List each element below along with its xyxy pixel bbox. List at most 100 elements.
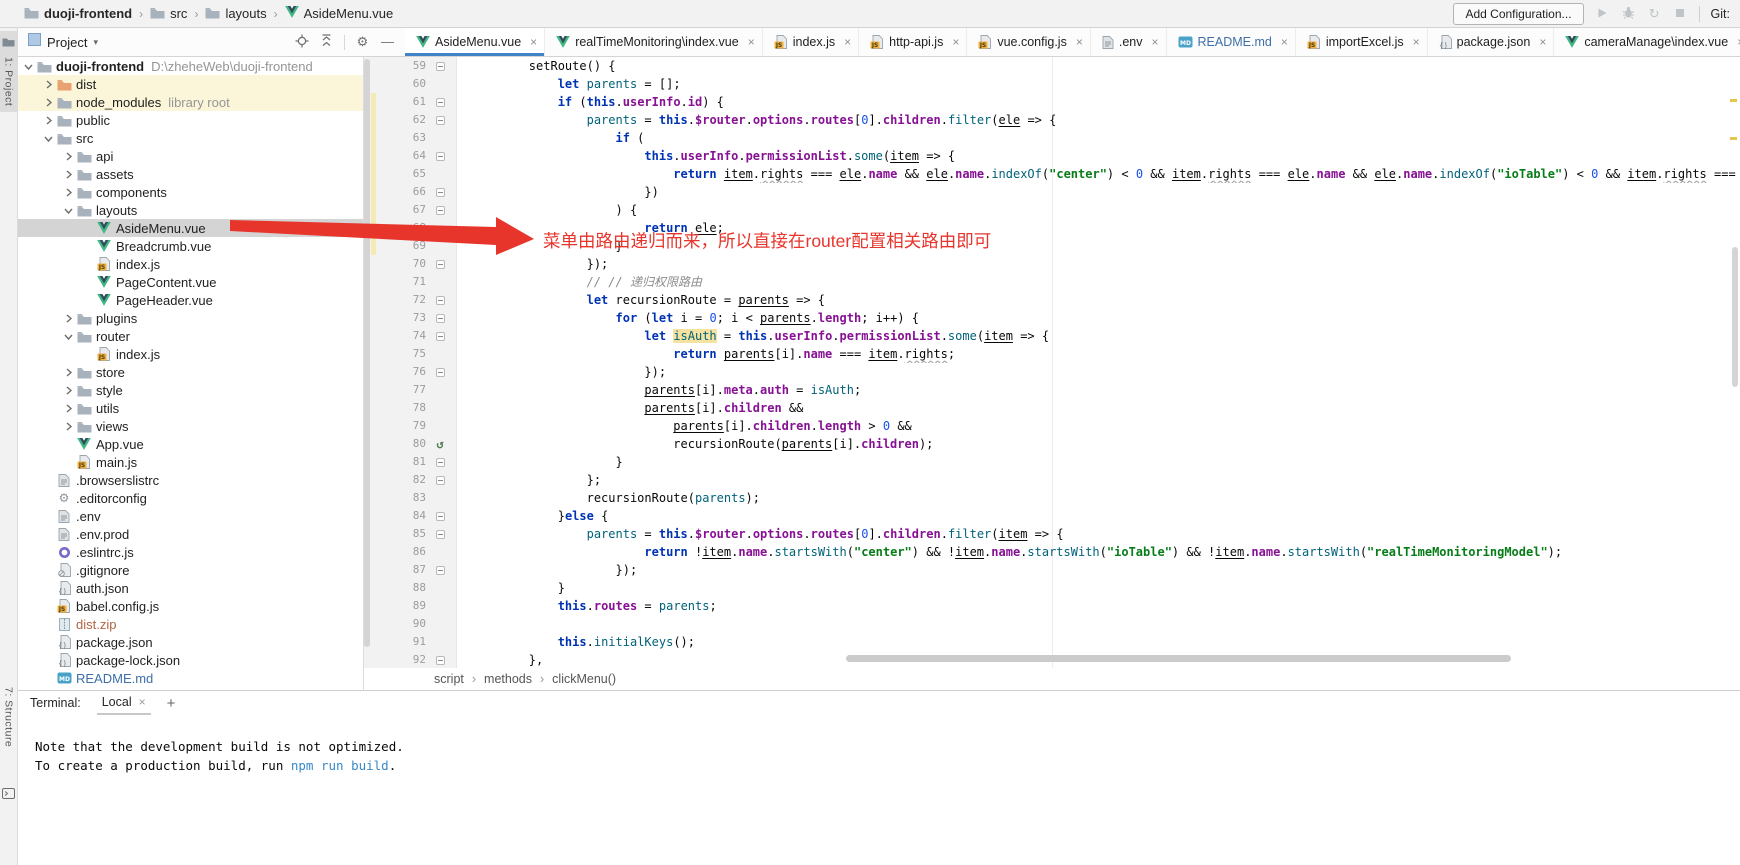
chevron-collapsed-icon[interactable] [62, 403, 75, 414]
editor-tab[interactable]: {)package.json× [1428, 28, 1555, 56]
code-line[interactable]: 70 }); [364, 255, 1740, 273]
editor-breadcrumb-item[interactable]: script [434, 672, 464, 686]
close-icon[interactable]: × [139, 695, 146, 709]
tree-item-assets[interactable]: assets [18, 165, 363, 183]
gear-icon[interactable]: ⚙ [353, 35, 372, 49]
project-view-title[interactable]: Project [47, 35, 87, 50]
editor-breadcrumb-item[interactable]: clickMenu() [552, 672, 616, 686]
tree-item-package.json[interactable]: {)package.json [18, 633, 363, 651]
editor-tab[interactable]: cameraManage\index.vue× [1554, 28, 1740, 56]
tree-item-.env[interactable]: .env [18, 507, 363, 525]
warning-stripe-mark[interactable] [1730, 137, 1737, 140]
chevron-expanded-icon[interactable] [22, 61, 35, 72]
chevron-expanded-icon[interactable] [62, 205, 75, 216]
editor-tab[interactable]: realTimeMonitoring\index.vue× [545, 28, 763, 56]
chevron-collapsed-icon[interactable] [62, 187, 75, 198]
warning-stripe-mark[interactable] [1730, 99, 1737, 102]
tree-item-AsideMenu.vue[interactable]: AsideMenu.vue [18, 219, 363, 237]
close-tab-icon[interactable]: × [844, 35, 851, 49]
code-line[interactable]: 64 this.userInfo.permissionList.some(ite… [364, 147, 1740, 165]
fold-icon[interactable] [426, 476, 454, 485]
fold-icon[interactable] [426, 260, 454, 269]
tree-item-index.js[interactable]: JSindex.js [18, 255, 363, 273]
editor-tab[interactable]: MDREADME.md× [1167, 28, 1296, 56]
code-line[interactable]: 77 parents[i].meta.auth = isAuth; [364, 381, 1740, 399]
fold-icon[interactable] [426, 188, 454, 197]
chevron-expanded-icon[interactable] [62, 331, 75, 342]
fold-icon[interactable] [426, 530, 454, 539]
code-line[interactable]: 83 recursionRoute(parents); [364, 489, 1740, 507]
code-line[interactable]: 89 this.routes = parents; [364, 597, 1740, 615]
chevron-collapsed-icon[interactable] [62, 421, 75, 432]
tree-item-layouts[interactable]: layouts [18, 201, 363, 219]
close-tab-icon[interactable]: × [1539, 35, 1546, 49]
code-line[interactable]: 91 this.initialKeys(); [364, 633, 1740, 651]
code-line[interactable]: 87 }); [364, 561, 1740, 579]
editor-tab[interactable]: JSindex.js× [763, 28, 859, 56]
editor-horizontal-scrollbar[interactable] [846, 655, 1511, 662]
fold-icon[interactable] [426, 314, 454, 323]
code-line[interactable]: 80↺ recursionRoute(parents[i].children); [364, 435, 1740, 453]
tree-item-main.js[interactable]: JSmain.js [18, 453, 363, 471]
chevron-collapsed-icon[interactable] [42, 97, 55, 108]
code-line[interactable]: 63 if ( [364, 129, 1740, 147]
rerun-icon[interactable]: ↻ [1647, 8, 1662, 20]
breadcrumb-item[interactable]: AsideMenu.vue [285, 6, 394, 21]
code-line[interactable]: 75 return parents[i].name === item.right… [364, 345, 1740, 363]
editor-tab[interactable]: JSvue.config.js× [967, 28, 1091, 56]
fold-icon[interactable] [426, 98, 454, 107]
tree-item-PageHeader.vue[interactable]: PageHeader.vue [18, 291, 363, 309]
code-line[interactable]: 73 for (let i = 0; i < parents.length; i… [364, 309, 1740, 327]
code-line[interactable]: 79 parents[i].children.length > 0 && [364, 417, 1740, 435]
breadcrumb-item[interactable]: duoji-frontend [24, 6, 132, 22]
tree-item-node_modules[interactable]: node_moduleslibrary root [18, 93, 363, 111]
debug-icon[interactable] [1621, 6, 1636, 21]
code-line[interactable]: 85 parents = this.$router.options.routes… [364, 525, 1740, 543]
tree-item-dist.zip[interactable]: dist.zip [18, 615, 363, 633]
run-icon[interactable] [1595, 7, 1610, 21]
new-terminal-button[interactable]: + [167, 695, 176, 712]
code-line[interactable]: 82 }; [364, 471, 1740, 489]
terminal-output[interactable]: Note that the development build is not o… [18, 715, 1740, 775]
fold-icon[interactable] [426, 62, 454, 71]
fold-icon[interactable] [426, 152, 454, 161]
editor-vertical-scrollbar[interactable] [1732, 247, 1738, 387]
close-tab-icon[interactable]: × [530, 35, 537, 49]
breadcrumb-item[interactable]: src [150, 6, 187, 22]
tree-item-package-lock.json[interactable]: {)package-lock.json [18, 651, 363, 669]
tree-item-Breadcrumb.vue[interactable]: Breadcrumb.vue [18, 237, 363, 255]
editor-tab[interactable]: JShttp-api.js× [859, 28, 967, 56]
code-line[interactable]: 86 return !item.name.startsWith("center"… [364, 543, 1740, 561]
code-line[interactable]: 60 let parents = []; [364, 75, 1740, 93]
chevron-collapsed-icon[interactable] [42, 115, 55, 126]
close-tab-icon[interactable]: × [1076, 35, 1083, 49]
tree-item-.env.prod[interactable]: .env.prod [18, 525, 363, 543]
add-configuration-button[interactable]: Add Configuration... [1453, 3, 1583, 25]
editor-tab[interactable]: JSimportExcel.js× [1296, 28, 1428, 56]
locate-file-icon[interactable] [292, 34, 311, 51]
editor-error-stripe[interactable] [1727, 57, 1740, 668]
editor-tab[interactable]: .env× [1091, 28, 1167, 56]
tree-item-auth.json[interactable]: {)auth.json [18, 579, 363, 597]
tree-item-index.js[interactable]: JSindex.js [18, 345, 363, 363]
code-line[interactable]: 78 parents[i].children && [364, 399, 1740, 417]
code-line[interactable]: 90 [364, 615, 1740, 633]
code-line[interactable]: 76 }); [364, 363, 1740, 381]
editor-tab[interactable]: AsideMenu.vue× [405, 28, 545, 56]
code-line[interactable]: 74 let isAuth = this.userInfo.permission… [364, 327, 1740, 345]
tree-item-views[interactable]: views [18, 417, 363, 435]
editor[interactable]: 59 setRoute() {60 let parents = [];61 if… [363, 57, 1740, 668]
tree-item-components[interactable]: components [18, 183, 363, 201]
code-line[interactable]: 72 let recursionRoute = parents => { [364, 291, 1740, 309]
editor-breadcrumb-item[interactable]: methods [484, 672, 532, 686]
tree-item-duoji-frontend[interactable]: duoji-frontendD:\zheheWeb\duoji-frontend [18, 57, 363, 75]
tree-item-.editorconfig[interactable]: ⚙.editorconfig [18, 489, 363, 507]
close-tab-icon[interactable]: × [748, 35, 755, 49]
fold-icon[interactable] [426, 368, 454, 377]
tree-item-App.vue[interactable]: App.vue [18, 435, 363, 453]
close-tab-icon[interactable]: × [1413, 35, 1420, 49]
fold-icon[interactable] [426, 116, 454, 125]
code-line[interactable]: 81 } [364, 453, 1740, 471]
tree-item-api[interactable]: api [18, 147, 363, 165]
stop-icon[interactable] [1673, 8, 1688, 20]
